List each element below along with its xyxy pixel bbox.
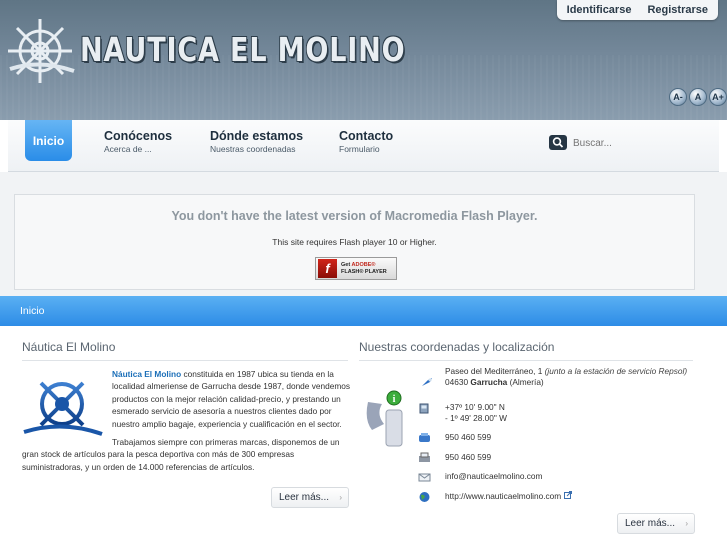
address-line-1: Paseo del Mediterráneo, 1 [445, 366, 545, 376]
brand-name[interactable]: Náutica El Molino [112, 369, 181, 379]
chevron-right-icon: › [685, 519, 688, 528]
address-city: Garrucha [470, 377, 508, 387]
user-links: Identificarse Registrarse [556, 0, 718, 20]
nav-item-subtitle: Formulario [339, 144, 380, 154]
read-more-location-button[interactable]: Leer más... › [617, 513, 695, 534]
about-section-title: Náutica El Molino [22, 340, 348, 361]
search-button[interactable] [549, 135, 567, 150]
ship-wheel-image [23, 374, 103, 436]
fax-icon [419, 452, 430, 462]
get-flash-player-button[interactable]: f Get ADOBE® FLASH® PLAYER [315, 257, 397, 280]
svg-text:i: i [393, 394, 396, 405]
globe-icon [419, 492, 430, 502]
address-region: (Almería) [507, 377, 544, 387]
gps-latitude: +37º 10' 9.00" N [445, 402, 505, 412]
nav-item-title: Conócenos [104, 129, 173, 143]
chevron-right-icon: › [339, 493, 342, 502]
font-reset-button[interactable]: A [689, 88, 707, 106]
gps-text: +37º 10' 9.00" N - 1º 49' 28.00" W [445, 402, 507, 424]
email-link[interactable]: info@nauticaelmolino.com [445, 471, 542, 482]
ship-wheel-logo-icon[interactable] [4, 15, 76, 87]
nav-item-title: Dónde estamos [210, 129, 304, 143]
envelope-icon [418, 473, 431, 482]
nav-item-conocenos[interactable]: Conócenos Acerca de ... [104, 129, 172, 154]
site-header: NAUTICA EL MOLINO Identificarse Registra… [0, 0, 727, 120]
postal-code: 04630 [445, 377, 471, 387]
about-paragraph-2: Trabajamos siempre con primeras marcas, … [22, 437, 340, 472]
breadcrumb-bar: Inicio [0, 296, 727, 326]
font-size-controls: A- A A+ [669, 88, 727, 106]
flash-badge-text: Get ADOBE® FLASH® PLAYER [341, 262, 387, 276]
main-content: Náutica El Molino Náutica El Molino cons… [0, 326, 727, 545]
gps-longitude: - 1º 49' 28.00" W [445, 413, 507, 423]
nav-item-home[interactable]: Inicio [25, 120, 72, 161]
website-link[interactable]: http://www.nauticaelmolino.com [445, 491, 572, 502]
font-increase-button[interactable]: A+ [709, 88, 727, 106]
nav-item-subtitle: Nuestras coordenadas [210, 144, 296, 154]
about-paragraph-1: Náutica El Molino constituida en 1987 ub… [112, 368, 350, 430]
flash-notice-title: You don't have the latest version of Mac… [171, 209, 538, 223]
login-link[interactable]: Identificarse [567, 4, 632, 16]
nav-item-contacto[interactable]: Contacto Formulario [339, 129, 393, 154]
main-nav: Inicio Conócenos Acerca de ... Dónde est… [8, 120, 719, 172]
address-note: (junto a la estación de servicio Repsol) [544, 366, 688, 376]
nav-item-title: Contacto [339, 129, 394, 143]
search-input[interactable] [570, 134, 710, 152]
flash-notice-subtitle: This site requires Flash player 10 or Hi… [272, 237, 437, 247]
read-more-label: Leer más... [279, 492, 330, 503]
address-text: Paseo del Mediterráneo, 1 (junto a la es… [445, 366, 687, 388]
flash-logo-icon: f [318, 259, 337, 278]
site-logo-text[interactable]: NAUTICA EL MOLINO [80, 30, 405, 69]
website-url: http://www.nauticaelmolino.com [445, 491, 562, 501]
phone-number[interactable]: 950 460 599 [445, 432, 491, 443]
flash-notice: You don't have the latest version of Mac… [14, 194, 695, 290]
register-link[interactable]: Registrarse [647, 4, 708, 16]
flash-badge-product: FLASH® PLAYER [341, 268, 387, 275]
read-more-label: Leer más... [625, 518, 676, 529]
font-decrease-button[interactable]: A- [669, 88, 687, 106]
fax-number: 950 460 599 [445, 452, 492, 462]
map-pin-icon [422, 378, 432, 386]
phone-icon [419, 433, 430, 442]
nav-item-donde-estamos[interactable]: Dónde estamos Nuestras coordenadas [210, 129, 303, 154]
nav-item-subtitle: Acerca de ... [104, 144, 152, 154]
breadcrumb[interactable]: Inicio [20, 305, 45, 317]
flash-banner-area: You don't have the latest version of Mac… [0, 172, 727, 296]
gps-icon [419, 403, 429, 414]
search-icon [552, 137, 564, 148]
location-section-title: Nuestras coordenadas y localización [359, 340, 693, 361]
flash-badge-get: Get [341, 261, 351, 268]
external-link-icon [563, 491, 572, 499]
info-person-icon: i [366, 390, 403, 447]
read-more-about-button[interactable]: Leer más... › [271, 487, 349, 508]
flash-badge-brand: ADOBE® [351, 261, 376, 268]
